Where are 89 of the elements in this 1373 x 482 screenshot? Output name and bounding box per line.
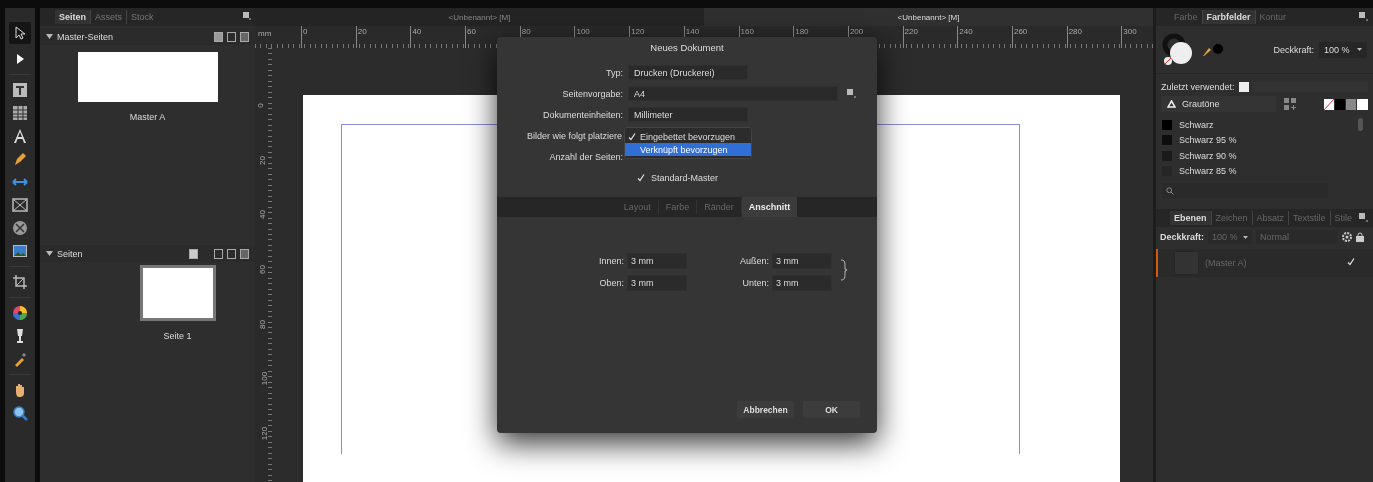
ruler-label: 20 <box>257 155 267 165</box>
section-label: Zuletzt verwendet: <box>1161 82 1235 92</box>
checkbox-label: Standard-Master <box>651 173 719 183</box>
duplicate-icon[interactable] <box>227 31 236 42</box>
field-label: Oben: <box>598 278 625 288</box>
ellipse-frame-icon[interactable] <box>12 220 28 236</box>
settings-icon[interactable] <box>1342 232 1353 242</box>
page-thumbnail[interactable] <box>139 265 216 321</box>
input-field[interactable]: 3 mm <box>772 253 832 269</box>
page-label: Master A <box>129 112 166 122</box>
palette-dropdown[interactable]: Grautöne <box>1161 96 1276 112</box>
menu-icon[interactable] <box>847 89 856 98</box>
lock-icon[interactable] <box>1356 232 1365 242</box>
panel-tab[interactable]: Stock <box>127 10 158 24</box>
swatch-item[interactable]: Schwarz 85 % <box>1162 163 1373 179</box>
page-label: Seite 1 <box>163 331 192 341</box>
panel-menu-icon[interactable] <box>243 12 251 20</box>
panel-tab[interactable]: Farbfelder <box>1202 10 1256 24</box>
input-field[interactable]: 3 mm <box>772 275 832 291</box>
pointer-icon[interactable] <box>12 25 28 41</box>
swatch-item[interactable]: Schwarz <box>1162 117 1373 133</box>
field-label: Typ: <box>605 67 624 78</box>
pen-icon[interactable] <box>12 151 28 167</box>
menu-item[interactable]: Verknüpft bevorzugen <box>625 143 751 156</box>
field-label: Seitenvorgabe: <box>561 88 624 99</box>
search-field[interactable] <box>1162 183 1328 198</box>
artistic-text-icon[interactable] <box>12 128 28 144</box>
text-frame-icon[interactable] <box>12 82 28 98</box>
crop-icon[interactable] <box>12 274 28 290</box>
field-label: Deckkraft: <box>1160 232 1205 242</box>
trash-icon[interactable] <box>240 31 249 42</box>
section-title: Master-Seiten <box>57 31 115 42</box>
ruler-unit: mm <box>257 28 273 38</box>
expand-toggle-icon[interactable] <box>46 33 53 40</box>
field-label: Deckkraft: <box>1273 44 1314 55</box>
section-title: Seiten <box>57 248 84 259</box>
swatch-item[interactable]: Schwarz 95 % <box>1162 132 1373 148</box>
image-icon[interactable] <box>12 243 28 259</box>
input-field[interactable]: 3 mm <box>627 253 687 269</box>
check-icon <box>637 173 645 182</box>
swatch-item[interactable]: Schwarz 90 % <box>1162 148 1373 164</box>
field-label: Innen: <box>597 256 625 266</box>
color-wheel-icon[interactable] <box>12 305 28 321</box>
search-icon <box>1166 186 1174 195</box>
input-field[interactable]: 3 mm <box>627 275 687 291</box>
duplicate-icon[interactable] <box>227 248 236 259</box>
master-page-icon[interactable] <box>214 31 223 42</box>
field-label: Bilder wie folgt platziere <box>526 130 624 141</box>
check-icon <box>628 132 636 141</box>
ruler-label: 40 <box>257 210 267 220</box>
dropdown-field[interactable]: Millimeter <box>628 107 748 122</box>
dropdown-field[interactable]: Drucken (Druckerei) <box>628 65 748 80</box>
dialog-button[interactable]: Abbrechen <box>737 401 794 418</box>
eyedropper-color-icon[interactable] <box>1202 42 1224 57</box>
dialog-button[interactable]: OK <box>803 401 860 418</box>
panel-menu-icon[interactable] <box>1359 12 1368 21</box>
panel-menu-icon[interactable] <box>1359 213 1368 222</box>
field-label: Dokumenteinheiten: <box>541 109 624 120</box>
check-icon <box>1347 258 1355 266</box>
expand-toggle-icon[interactable] <box>46 250 53 257</box>
scrollbar[interactable] <box>1358 118 1363 131</box>
ruler-label: 120 <box>260 426 270 441</box>
ruler-label: 60 <box>257 265 267 274</box>
triangle-icon <box>1167 100 1176 108</box>
page-thumbnail[interactable] <box>77 52 218 102</box>
ruler-label: 80 <box>257 319 267 329</box>
dropdown-field[interactable]: A4 <box>628 86 838 101</box>
trash-icon[interactable] <box>240 248 249 259</box>
quick-swatches-icon[interactable] <box>1324 98 1368 110</box>
recent-swatch[interactable] <box>1238 82 1249 92</box>
picture-frame-icon[interactable] <box>12 197 28 213</box>
panel-tab[interactable]: Assets <box>91 10 128 24</box>
document-tab[interactable]: <Unbenannt> [M] <box>704 8 1153 26</box>
table-icon[interactable] <box>12 105 28 121</box>
field-label: Außen: <box>738 256 770 266</box>
field-label: Anzahl der Seiten: <box>548 151 624 162</box>
checkbox[interactable] <box>637 173 646 183</box>
ruler-label: 100 <box>260 372 270 386</box>
spread-icon[interactable] <box>189 248 198 259</box>
panel-tab[interactable]: Seiten <box>55 10 91 24</box>
opacity-field[interactable]: 100 % <box>1319 41 1367 58</box>
dialog-tab[interactable]: Anschnitt <box>741 197 798 217</box>
link-icon[interactable] <box>840 259 848 281</box>
grid-add-icon[interactable] <box>1284 98 1296 110</box>
ruler-label: 0 <box>255 103 265 108</box>
zoom-icon[interactable] <box>12 405 28 421</box>
page-icon[interactable] <box>214 248 223 259</box>
field-label: Unten: <box>741 278 770 288</box>
menu-item[interactable]: Eingebettet bevorzugen <box>625 130 751 143</box>
